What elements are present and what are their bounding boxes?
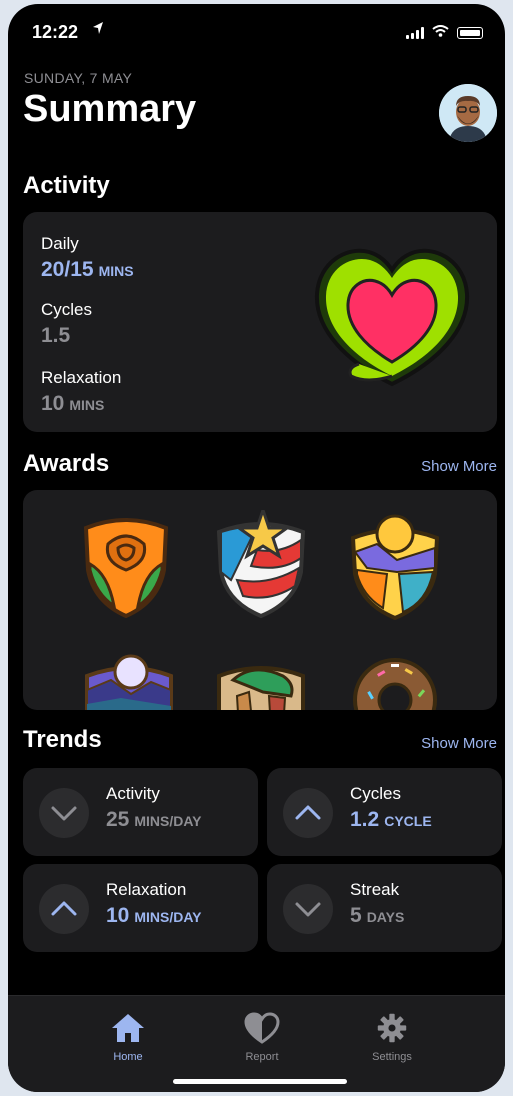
page-title: Summary [23,88,197,130]
header-date: SUNDAY, 7 MAY [24,70,133,86]
tab-settings[interactable]: Settings [342,1012,442,1063]
activity-card[interactable]: Daily 20/15 MINS Cycles 1.5 Relaxation 10… [23,212,497,432]
hands-award-badge-icon[interactable] [213,656,309,710]
tab-home[interactable]: Home [78,1012,178,1063]
moon-mountain-award-badge-icon[interactable] [81,650,177,710]
home-indicator[interactable] [173,1079,347,1084]
status-time: 12:22 [32,22,79,42]
daily-value: 20/15 MINS [41,258,134,281]
location-arrow-icon [92,21,104,40]
relaxation-label: Relaxation [41,368,122,387]
flag-star-award-badge-icon[interactable] [211,505,311,625]
trend-card-streak[interactable]: Streak 5 DAYS [267,864,502,952]
trend-value: 5 DAYS [350,904,405,927]
signal-icon [406,27,424,39]
trend-label: Relaxation [106,880,187,899]
trend-value: 25 MINS/DAY [106,808,202,831]
cycles-value: 1.5 [41,324,71,347]
landscape-award-badge-icon[interactable] [347,512,443,625]
trends-show-more-link[interactable]: Show More [421,735,497,752]
trend-label: Activity [106,784,160,803]
trend-up-icon [39,884,89,934]
phone-screen: 12:22 SUNDAY, 7 MAY Summary Activity Dai… [8,4,505,1092]
trends-section-title: Trends [23,726,102,753]
trend-down-icon [283,884,333,934]
trend-down-icon [39,788,89,838]
tab-home-label: Home [113,1051,143,1063]
avatar[interactable] [439,84,497,142]
awards-show-more-link[interactable]: Show More [421,458,497,475]
awards-section-title: Awards [23,450,110,477]
trend-card-activity[interactable]: Activity 25 MINS/DAY [23,768,258,856]
trend-label: Streak [350,880,400,899]
trend-value: 1.2 CYCLE [350,808,432,831]
battery-icon [457,27,483,39]
trend-label: Cycles [350,784,402,803]
donut-award-badge-icon[interactable] [347,650,443,710]
tab-report[interactable]: Report [212,1012,312,1063]
home-icon [78,1012,178,1049]
tab-report-label: Report [245,1051,279,1063]
cycles-label: Cycles [41,300,93,319]
trend-card-relaxation[interactable]: Relaxation 10 MINS/DAY [23,864,258,952]
awards-card[interactable] [23,490,497,710]
relaxation-value: 10 MINS [41,392,105,415]
gear-icon [342,1012,442,1049]
status-bar: 12:22 [8,4,505,54]
trend-up-icon [283,788,333,838]
activity-section-title: Activity [23,172,110,199]
tab-settings-label: Settings [372,1051,412,1063]
tab-bar: Home Report Settings [8,995,505,1092]
heart-icon [212,1012,312,1049]
trend-card-cycles[interactable]: Cycles 1.2 CYCLE [267,768,502,856]
trend-value: 10 MINS/DAY [106,904,202,927]
daily-label: Daily [41,234,79,253]
rose-award-badge-icon[interactable] [78,514,174,623]
activity-heart-ring-icon [307,242,477,397]
wifi-icon [432,24,449,42]
